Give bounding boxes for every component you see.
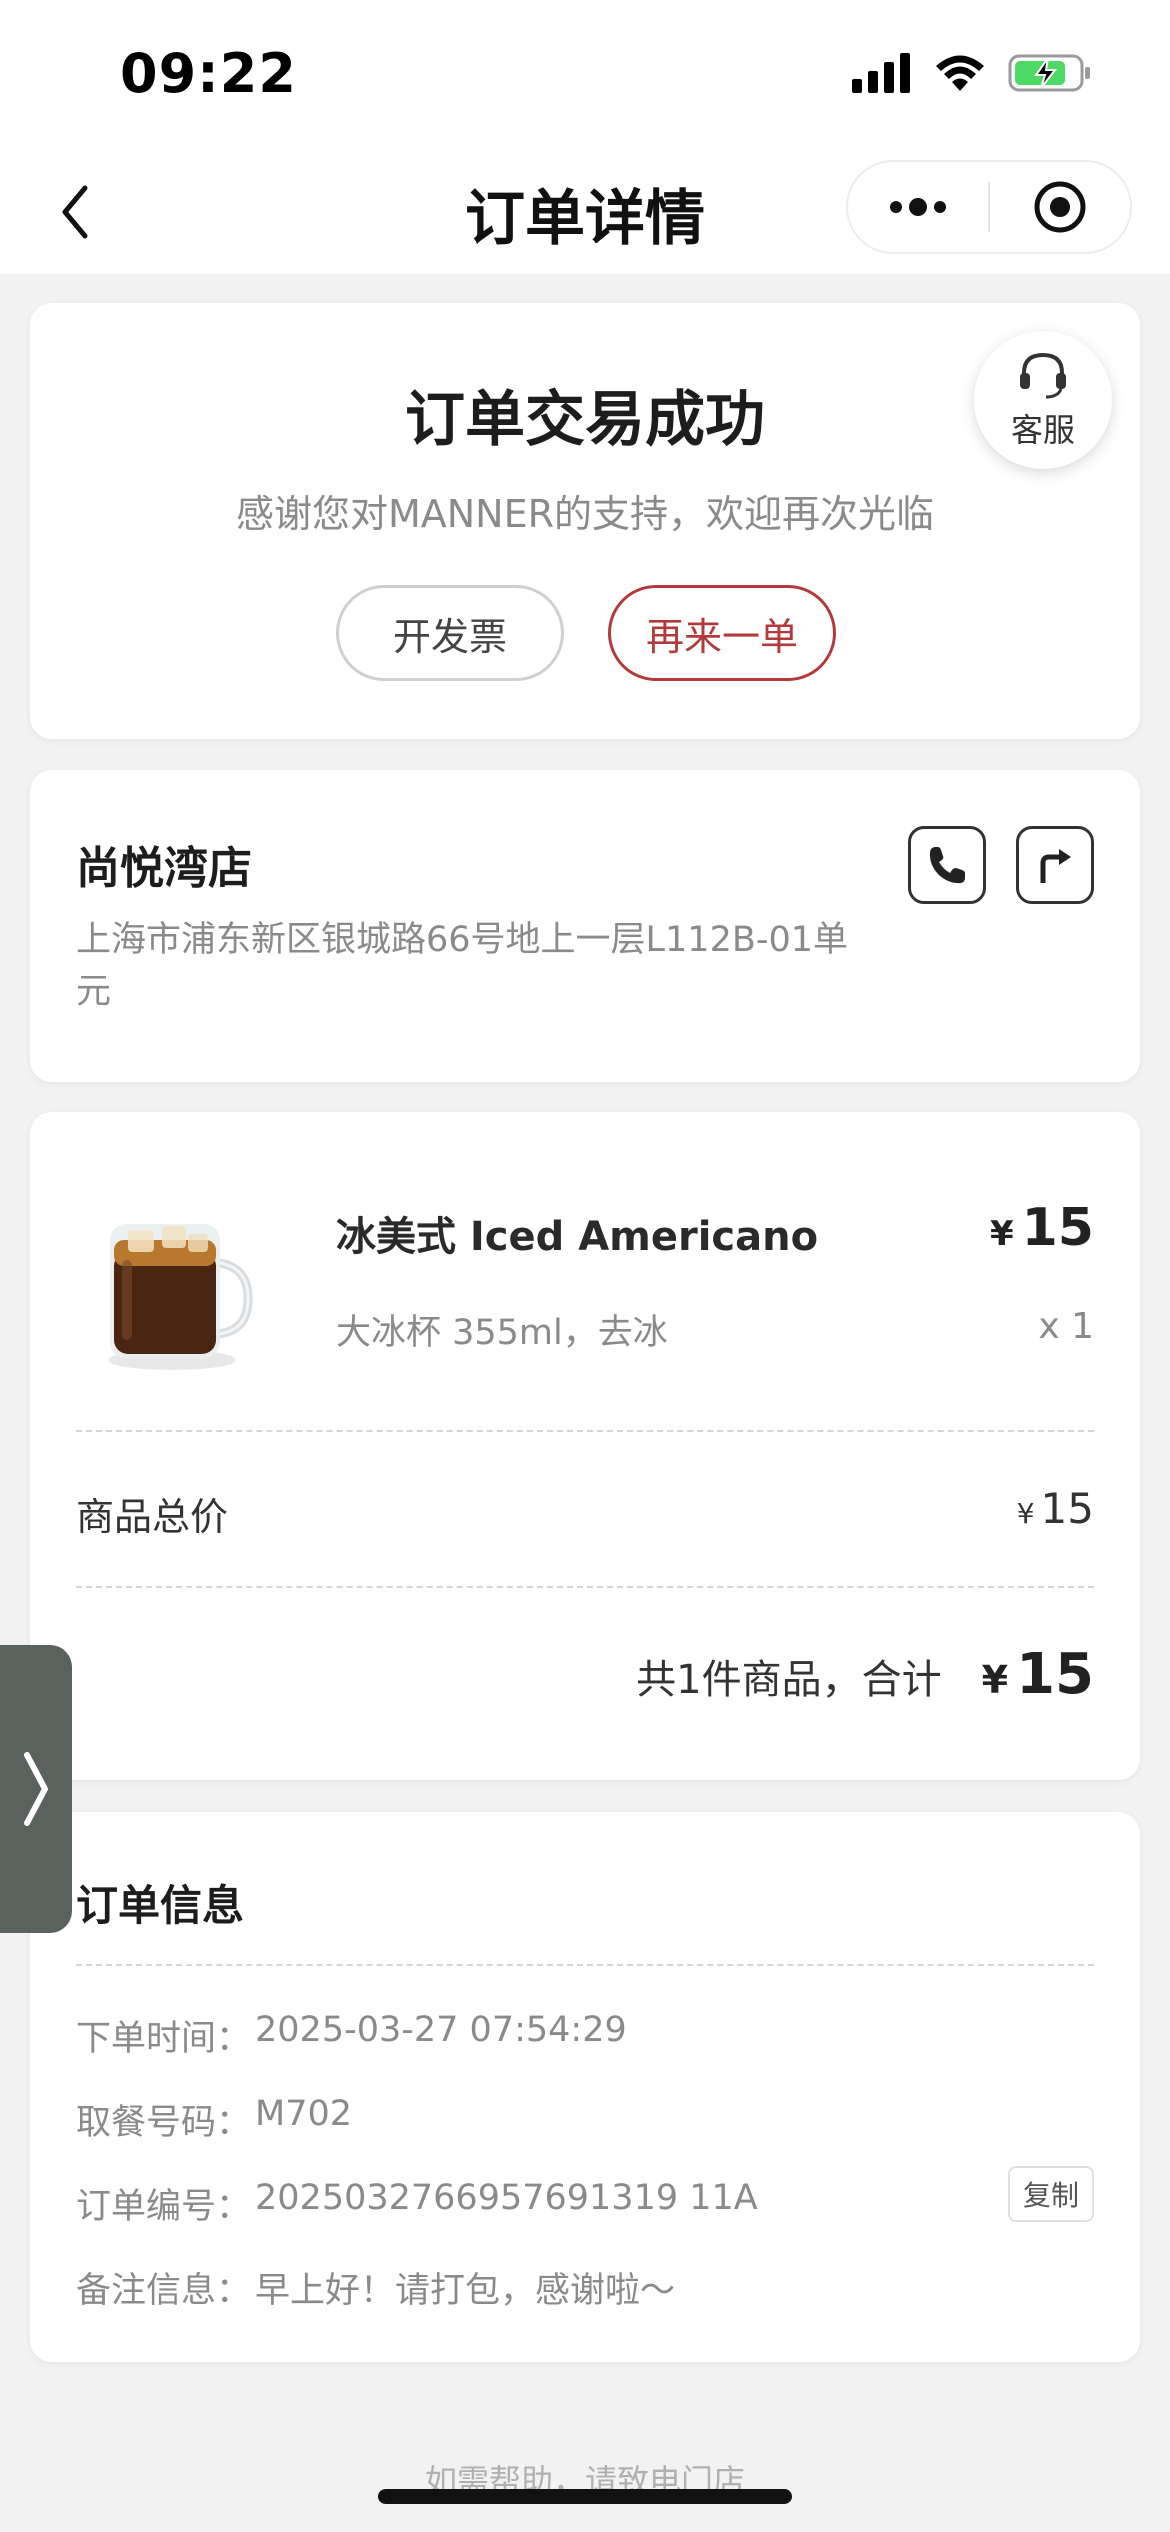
- chevron-right-icon: [24, 1752, 48, 1826]
- invoice-button[interactable]: 开发票: [336, 585, 564, 681]
- home-indicator[interactable]: [378, 2489, 792, 2504]
- order-detail-page: 09:22 订单详情 订单交易成功 感谢您对MANNER的支持，欢迎再次光临 开…: [0, 0, 1170, 2532]
- battery-icon: [1008, 54, 1090, 92]
- order-info-title: 订单信息: [76, 1881, 245, 1930]
- nav-bar: 订单详情: [0, 150, 1170, 274]
- more-dots-icon: [890, 198, 946, 216]
- order-time-label: 下单时间：: [76, 2019, 252, 2059]
- total-row: 共1件商品，合计 ¥ 15: [636, 1642, 1094, 1707]
- reorder-button[interactable]: 再来一单: [608, 585, 836, 681]
- order-time-value: 2025-03-27 07:54:29: [255, 2010, 627, 2050]
- order-number-row: 订单编号： 2025032766957691319 11A: [76, 2178, 758, 2229]
- store-card: 尚悦湾店 上海市浦东新区银城路66号地上一层L112B-01单元: [30, 770, 1140, 1082]
- product-quantity: x 1: [1038, 1306, 1094, 1347]
- remark-label: 备注信息：: [76, 2271, 252, 2311]
- directions-icon: [1040, 849, 1071, 883]
- customer-service-label: 客服: [1010, 411, 1075, 449]
- subtotal-amount: 15: [1040, 1484, 1094, 1533]
- side-drawer-tab[interactable]: [0, 1645, 72, 1933]
- divider: [76, 1964, 1094, 1966]
- wifi-icon: [936, 55, 984, 91]
- status-time: 09:22: [120, 42, 297, 105]
- status-bar: 09:22: [0, 0, 1170, 150]
- total-label: 共1件商品，合计: [636, 1657, 942, 1703]
- headset-icon: [1020, 352, 1066, 399]
- currency-symbol: ¥: [981, 1658, 1009, 1702]
- goods-card: 冰美式 Iced Americano 大冰杯 355ml，去冰 ¥15 x 1 …: [30, 1112, 1140, 1780]
- copy-order-number-button[interactable]: 复制: [1008, 2166, 1094, 2222]
- thanks-message: 感谢您对MANNER的支持，欢迎再次光临: [235, 492, 935, 536]
- order-number-label: 订单编号：: [76, 2187, 252, 2227]
- signal-icon: [852, 53, 910, 93]
- currency-symbol: ¥: [1016, 1497, 1035, 1530]
- remark-row: 备注信息： 早上好！请打包，感谢啦～: [76, 2262, 675, 2313]
- order-time-row: 下单时间： 2025-03-27 07:54:29: [76, 2010, 627, 2061]
- product-price: ¥15: [990, 1198, 1094, 1258]
- store-name: 尚悦湾店: [76, 843, 252, 894]
- product-name: 冰美式 Iced Americano: [336, 1214, 819, 1260]
- order-status-title: 订单交易成功: [405, 385, 765, 455]
- customer-service-button[interactable]: 客服: [974, 331, 1112, 469]
- phone-icon: [929, 847, 965, 884]
- store-address: 上海市浦东新区银城路66号地上一层L112B-01单元: [76, 920, 849, 1012]
- product-price-value: 15: [1021, 1198, 1094, 1258]
- close-miniprogram-button[interactable]: [990, 162, 1130, 252]
- order-status-card: 订单交易成功 感谢您对MANNER的支持，欢迎再次光临 开发票 再来一单 客服: [30, 303, 1140, 739]
- navigate-button[interactable]: [1016, 826, 1094, 904]
- order-number-value: 2025032766957691319 11A: [255, 2178, 758, 2218]
- pickup-code-row: 取餐号码： M702: [76, 2094, 352, 2145]
- product-spec: 大冰杯 355ml，去冰: [336, 1313, 668, 1353]
- subtotal-value: ¥15: [1017, 1484, 1094, 1533]
- status-icons: [852, 52, 1092, 94]
- remark-value: 早上好！请打包，感谢啦～: [255, 2271, 676, 2311]
- divider: [76, 1586, 1094, 1588]
- pickup-code-label: 取餐号码：: [76, 2103, 252, 2143]
- mini-program-capsule: [846, 160, 1132, 254]
- currency-symbol: ¥: [989, 1214, 1014, 1254]
- more-button[interactable]: [848, 162, 988, 252]
- order-info-card: 订单信息 下单时间： 2025-03-27 07:54:29 取餐号码： M70…: [30, 1812, 1140, 2362]
- pickup-code-value: M702: [255, 2094, 353, 2134]
- target-close-icon: [1034, 181, 1086, 233]
- total-amount: 15: [1016, 1642, 1094, 1707]
- divider: [76, 1430, 1094, 1432]
- call-store-button[interactable]: [908, 826, 986, 904]
- subtotal-label: 商品总价: [76, 1495, 229, 1539]
- product-image: [108, 1224, 253, 1370]
